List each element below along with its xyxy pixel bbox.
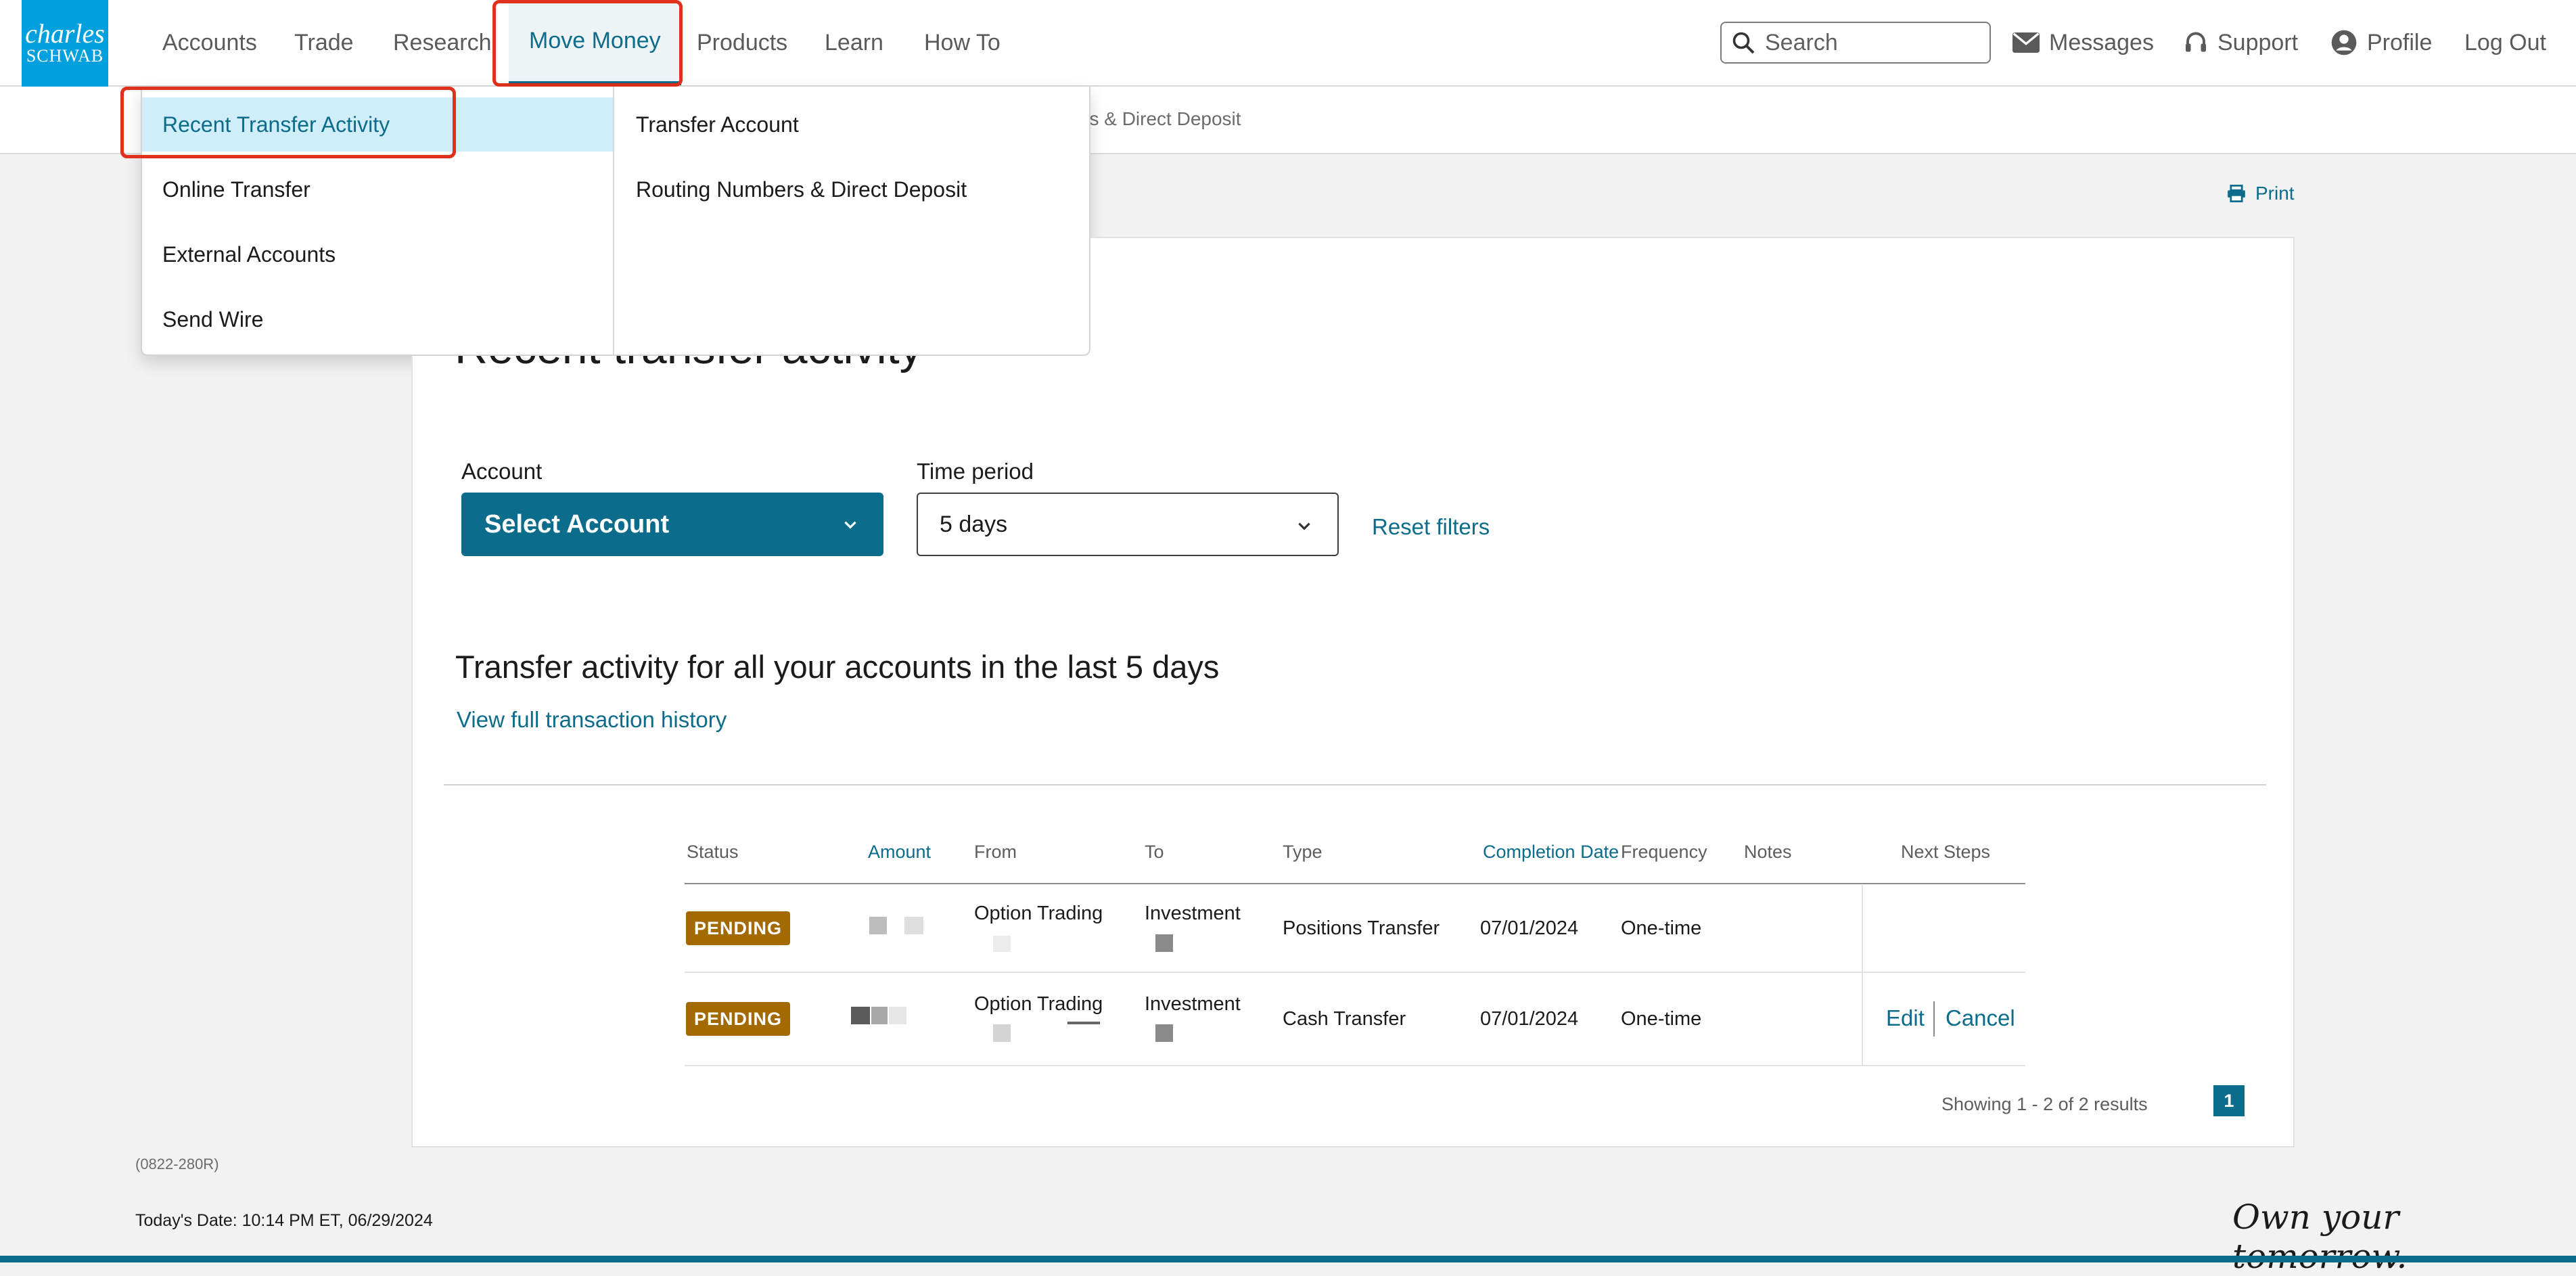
time-period-label: Time period — [917, 459, 1034, 484]
nav-accounts[interactable]: Accounts — [162, 0, 257, 85]
search-icon — [1732, 32, 1755, 54]
headset-icon — [2186, 32, 2206, 52]
header-next-steps: Next Steps — [1901, 842, 1991, 862]
messages-label: Messages — [2049, 29, 2154, 55]
to-account: Investment — [1145, 993, 1241, 1015]
to-account: Investment — [1145, 903, 1241, 924]
account-select-value: Select Account — [484, 509, 670, 539]
status-badge: PENDING — [686, 911, 790, 945]
from-account: Option Trading — [974, 903, 1103, 924]
results-count: Showing 1 - 2 of 2 results — [1941, 1094, 2148, 1114]
nav-learn[interactable]: Learn — [825, 0, 883, 85]
view-history-link[interactable]: View full transaction history — [457, 707, 727, 733]
bottom-accent-bar — [0, 1256, 2576, 1262]
print-label: Print — [2255, 183, 2295, 204]
footer-date: Today's Date: 10:14 PM ET, 06/29/2024 — [135, 1211, 433, 1230]
frequency: One-time — [1621, 1008, 1702, 1030]
dropdown-divider — [613, 87, 614, 355]
menu-item-recent-transfer-activity-top[interactable]: Recent Transfer Activity — [142, 97, 613, 152]
to-account-redacted — [1155, 1024, 1173, 1042]
activity-heading: Transfer activity for all your accounts … — [455, 649, 1220, 685]
printer-icon — [2228, 185, 2245, 202]
footer-code: (0822-280R) — [135, 1156, 219, 1172]
search-box[interactable] — [1720, 22, 1991, 64]
amount-redacted — [889, 1007, 906, 1024]
envelope-icon — [2013, 32, 2040, 53]
logout-link[interactable]: Log Out — [2464, 0, 2546, 85]
print-link[interactable]: Print — [2227, 183, 2295, 204]
menu-item-send-wire-top[interactable]: Send Wire — [162, 292, 263, 346]
profile-icon — [2331, 30, 2357, 55]
header-from: From — [974, 842, 1017, 862]
header-completion-date[interactable]: Completion Date — [1483, 842, 1619, 863]
next-steps-divider — [1862, 885, 1863, 1066]
nav-products[interactable]: Products — [697, 0, 787, 85]
table-header-line — [685, 883, 2025, 884]
nav-research[interactable]: Research — [393, 0, 492, 85]
transfer-type: Cash Transfer — [1283, 1008, 1406, 1030]
menu-item-routing-numbers-top[interactable]: Routing Numbers & Direct Deposit — [636, 162, 967, 217]
from-account-redacted — [993, 936, 1011, 952]
tagline-signature: Own your tomorrow. — [2232, 1198, 2407, 1276]
schwab-logo[interactable]: charles SCHWAB — [22, 0, 108, 87]
pagination-page-1[interactable]: 1 — [2213, 1085, 2245, 1116]
reset-filters-link[interactable]: Reset filters — [1372, 514, 1490, 540]
time-period-select[interactable]: 5 days — [917, 493, 1339, 556]
menu-item-online-transfer-top[interactable]: Online Transfer — [162, 162, 310, 217]
header-status: Status — [687, 842, 739, 862]
logo-line-1: charles — [25, 18, 105, 49]
to-account-redacted — [1155, 934, 1173, 952]
from-account-redacted — [1067, 1022, 1100, 1024]
account-select[interactable]: Select Account — [461, 493, 883, 556]
search-input[interactable] — [1764, 28, 1969, 57]
chevron-down-icon — [844, 521, 856, 529]
section-divider — [444, 784, 2266, 785]
nav-how-to[interactable]: How To — [924, 0, 1001, 85]
logo-line-2: SCHWAB — [26, 46, 104, 66]
chevron-down-icon — [1298, 522, 1310, 530]
header-frequency: Frequency — [1621, 842, 1707, 862]
amount-redacted — [869, 917, 887, 934]
action-separator — [1933, 1001, 1935, 1036]
header-type: Type — [1283, 842, 1322, 862]
amount-redacted — [851, 1007, 870, 1024]
table-row-line — [685, 972, 2025, 973]
from-account: Option Trading — [974, 993, 1103, 1015]
amount-redacted — [904, 917, 923, 934]
support-label: Support — [2217, 29, 2299, 55]
nav-trade[interactable]: Trade — [294, 0, 354, 85]
from-account-redacted — [993, 1024, 1011, 1042]
messages-link[interactable]: Messages — [2013, 0, 2154, 85]
menu-item-external-accounts-top[interactable]: External Accounts — [162, 227, 336, 281]
nav-move-money[interactable]: Move Money — [509, 0, 681, 85]
time-period-value: 5 days — [940, 511, 1008, 537]
cancel-link[interactable]: Cancel — [1946, 1005, 2015, 1031]
completion-date: 07/01/2024 — [1480, 917, 1579, 939]
transfer-type: Positions Transfer — [1283, 917, 1440, 939]
profile-label: Profile — [2367, 29, 2433, 55]
amount-redacted — [871, 1007, 888, 1024]
header-to: To — [1145, 842, 1164, 862]
frequency: One-time — [1621, 917, 1702, 939]
header-notes: Notes — [1744, 842, 1792, 862]
completion-date: 07/01/2024 — [1480, 1008, 1579, 1030]
table-row-line — [685, 1065, 2025, 1066]
edit-link[interactable]: Edit — [1886, 1005, 1925, 1031]
account-label: Account — [461, 459, 543, 484]
support-link[interactable]: Support — [2184, 0, 2298, 85]
menu-item-transfer-account-top[interactable]: Transfer Account — [636, 97, 799, 152]
status-badge: PENDING — [686, 1002, 790, 1036]
profile-link[interactable]: Profile — [2330, 0, 2432, 85]
header-amount[interactable]: Amount — [868, 842, 931, 863]
